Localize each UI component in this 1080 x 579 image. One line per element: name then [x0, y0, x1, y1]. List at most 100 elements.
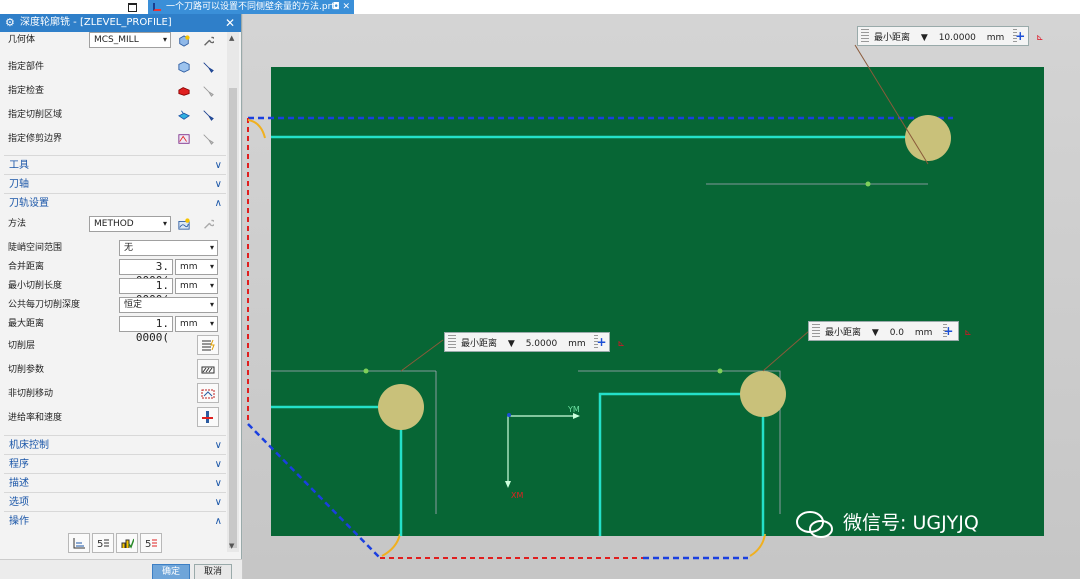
section-tool[interactable]: 工具 ∨: [4, 155, 226, 174]
method-select[interactable]: METHOD ▾: [89, 216, 171, 232]
new-method-icon: [178, 218, 190, 230]
specify-cut-area-button[interactable]: [174, 105, 196, 125]
chevron-down-icon: ∨: [214, 478, 222, 489]
min-distance-value[interactable]: 5.0000: [526, 339, 558, 349]
merge-distance-input[interactable]: 3. 0000(: [119, 259, 173, 287]
show-trim-boundary-button[interactable]: [198, 129, 220, 149]
max-distance-input[interactable]: 1. 0000(: [119, 316, 173, 344]
min-distance-value[interactable]: 10.0000: [939, 33, 976, 43]
vertex-point: [717, 368, 723, 374]
ok-button[interactable]: 确定: [152, 564, 190, 579]
drag-handle-icon[interactable]: [594, 335, 598, 349]
min-cut-length-unit-select[interactable]: mm ▾: [175, 278, 218, 294]
section-tool-axis-label: 刀轴: [9, 179, 29, 190]
chevron-down-icon: ▾: [209, 243, 214, 252]
chevron-down-icon[interactable]: ▼: [872, 328, 879, 338]
max-distance-unit-select[interactable]: mm ▾: [175, 316, 218, 332]
show-check-button[interactable]: [198, 81, 220, 101]
specify-trim-boundary-button[interactable]: [174, 129, 196, 149]
specify-part-button[interactable]: [174, 57, 196, 77]
chevron-down-icon[interactable]: ▼: [921, 33, 928, 43]
min-cut-length-input[interactable]: 1. 0000(: [119, 278, 173, 306]
show-cut-area-button[interactable]: [198, 105, 220, 125]
chevron-down-icon: ∨: [214, 179, 222, 190]
wrench-icon: [204, 219, 214, 229]
new-geometry-button[interactable]: [174, 31, 196, 51]
new-method-button[interactable]: [174, 214, 196, 234]
merge-distance-unit-select[interactable]: mm ▾: [175, 259, 218, 275]
cut-levels-button[interactable]: [197, 335, 219, 355]
flashlight-icon: [203, 134, 214, 145]
window-restore-icon[interactable]: [128, 3, 137, 12]
drag-handle-icon[interactable]: [861, 29, 869, 43]
merge-distance-unit: mm: [180, 262, 198, 272]
cancel-button[interactable]: 取消: [194, 564, 232, 579]
cut-levels-label: 切削层: [8, 341, 36, 351]
chart-icon[interactable]: ⊾: [1036, 33, 1044, 43]
list-button[interactable]: 5: [140, 533, 162, 553]
feeds-speeds-button[interactable]: [197, 407, 219, 427]
corner-arc: [247, 119, 266, 139]
specify-cut-area-label: 指定切削区域: [8, 110, 63, 120]
svg-text:5: 5: [97, 539, 103, 549]
chevron-down-icon[interactable]: ▼: [508, 339, 515, 349]
tool-circle: [378, 384, 424, 430]
dialog-button-bar: 确定 取消: [0, 559, 242, 579]
cut-parameters-label: 切削参数: [8, 365, 45, 375]
non-cutting-moves-button[interactable]: [197, 383, 219, 403]
geometry-select[interactable]: MCS_MILL ▾: [89, 32, 171, 48]
dialog-scrollbar[interactable]: ▲ ▼: [227, 32, 239, 552]
section-actions[interactable]: 操作 ∧: [4, 511, 226, 530]
chevron-down-icon: ▾: [209, 300, 214, 309]
section-program[interactable]: 程序 ∨: [4, 454, 226, 473]
specify-check-button[interactable]: [174, 81, 196, 101]
min-distance-value[interactable]: 0.0: [890, 328, 904, 338]
generate-button[interactable]: [68, 533, 90, 553]
min-cut-length-unit: mm: [180, 281, 198, 291]
edit-method-button[interactable]: [198, 214, 220, 234]
min-distance-popup-left[interactable]: 最小距离 ▼ 5.0000 mm + ⊾: [444, 332, 625, 352]
min-cut-length-label: 最小切削长度: [8, 281, 63, 291]
max-distance-label: 最大距离: [8, 319, 45, 329]
ym-axis-label: YM: [567, 405, 580, 414]
drag-handle-icon[interactable]: [1013, 29, 1017, 43]
section-description[interactable]: 描述 ∨: [4, 473, 226, 492]
chevron-down-icon: ▾: [209, 262, 214, 271]
verify-button[interactable]: [116, 533, 138, 553]
section-options[interactable]: 选项 ∨: [4, 492, 226, 511]
cut-depth-select[interactable]: 恒定 ▾: [119, 297, 218, 313]
drag-handle-icon[interactable]: [943, 324, 947, 338]
section-machine-control[interactable]: 机床控制 ∨: [4, 435, 226, 454]
section-path-settings[interactable]: 刀轨设置 ∧: [4, 193, 226, 212]
steep-range-select[interactable]: 无 ▾: [119, 240, 218, 256]
corner-arc: [381, 533, 401, 557]
replay-icon: 5: [97, 539, 109, 549]
chart-icon[interactable]: ⊾: [617, 339, 625, 349]
model-canvas[interactable]: YM XM: [243, 14, 1080, 579]
cut-parameters-button[interactable]: [197, 359, 219, 379]
edit-geometry-button[interactable]: [198, 31, 220, 51]
show-part-button[interactable]: [198, 57, 220, 77]
specify-check-label: 指定检查: [8, 86, 45, 96]
min-distance-unit: mm: [986, 33, 1005, 43]
drag-handle-icon[interactable]: [812, 324, 820, 338]
min-distance-popup-top[interactable]: 最小距离 ▼ 10.0000 mm + ⊾: [857, 26, 1044, 46]
document-tab-controls[interactable]: ◘ ✕: [332, 0, 350, 14]
close-icon[interactable]: ✕: [225, 14, 235, 32]
replay-button[interactable]: 5: [92, 533, 114, 553]
drag-handle-icon[interactable]: [448, 335, 456, 349]
min-distance-type[interactable]: 最小距离: [461, 339, 497, 349]
min-distance-popup-right[interactable]: 最小距离 ▼ 0.0 mm + ⊾: [808, 321, 972, 341]
graphics-viewport[interactable]: YM XM 最小距离 ▼ 10.0000 mm + ⊾ 最小距离 ▼ 5.000…: [243, 14, 1080, 579]
scroll-up-icon[interactable]: ▲: [229, 34, 234, 42]
feeds-speeds-label: 进给率和速度: [8, 413, 63, 423]
scroll-down-icon[interactable]: ▼: [229, 542, 234, 550]
geometry-label: 几何体: [8, 35, 36, 45]
min-distance-type[interactable]: 最小距离: [825, 328, 861, 338]
dialog-titlebar[interactable]: ⚙ 深度轮廓铣 - [ZLEVEL_PROFILE] ✕: [0, 14, 241, 32]
document-tab[interactable]: 一个刀路可以设置不同侧壁余量的方法.prt ◘ ✕: [148, 0, 354, 14]
section-tool-axis[interactable]: 刀轴 ∨: [4, 174, 226, 193]
chart-icon[interactable]: ⊾: [964, 328, 972, 338]
min-distance-type[interactable]: 最小距离: [874, 33, 910, 43]
scrollbar-thumb[interactable]: [229, 88, 237, 548]
